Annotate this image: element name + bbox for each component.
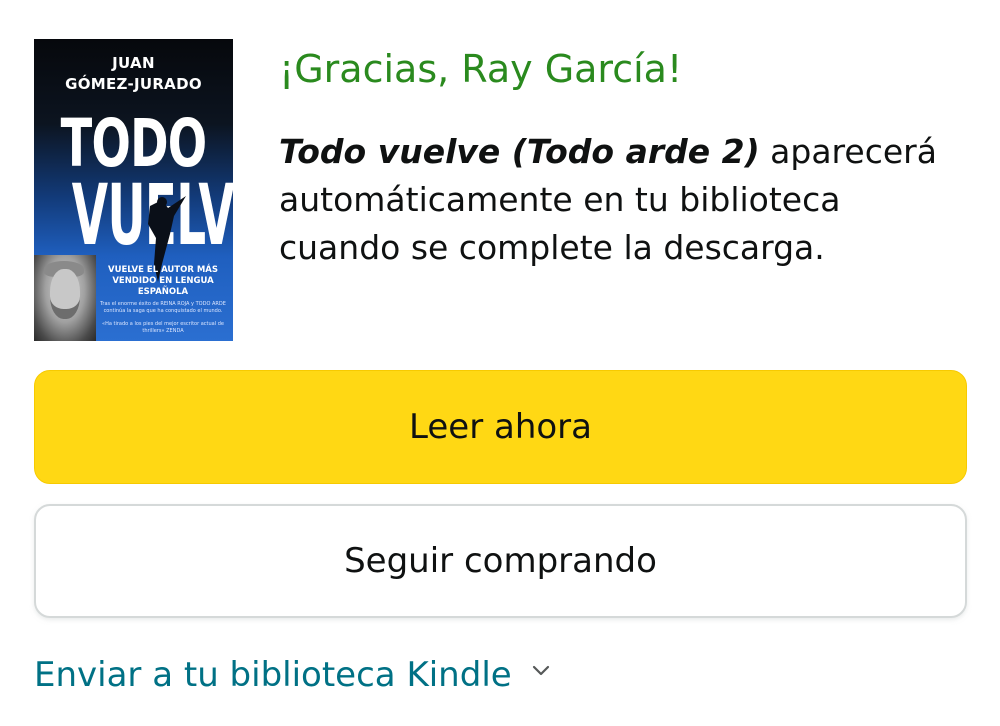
send-to-kindle-library-link[interactable]: Enviar a tu biblioteca Kindle xyxy=(34,650,550,700)
cover-tagline: VUELVE EL AUTOR MÁS VENDIDO EN LENGUA ES… xyxy=(108,265,218,297)
purchase-confirmation-page: JUAN GÓMEZ-JURADO TODO VUELVE VUELVE EL … xyxy=(0,0,1000,726)
author-portrait xyxy=(34,255,96,341)
chevron-down-icon[interactable] xyxy=(532,664,550,678)
cover-author-last: GÓMEZ-JURADO xyxy=(65,75,202,93)
read-now-label: Leer ahora xyxy=(409,407,592,447)
cover-author: JUAN GÓMEZ-JURADO xyxy=(34,53,233,95)
download-message: Todo vuelve (Todo arde 2) aparecerá auto… xyxy=(279,128,959,272)
send-to-kindle-library-label: Enviar a tu biblioteca Kindle xyxy=(34,655,512,695)
book-title: Todo vuelve (Todo arde 2) xyxy=(279,132,760,171)
cover-fine-print-1: Tras el enorme éxito de REINA ROJA y TOD… xyxy=(100,301,226,314)
cover-fine-print-2: «Ha tirado a los pies del mejor escritor… xyxy=(102,321,224,334)
read-now-button[interactable]: Leer ahora xyxy=(34,370,967,484)
cover-author-first: JUAN xyxy=(112,54,155,72)
thanks-heading: ¡Gracias, Ray García! xyxy=(279,47,683,91)
book-cover-image[interactable]: JUAN GÓMEZ-JURADO TODO VUELVE VUELVE EL … xyxy=(34,39,233,341)
continue-shopping-button[interactable]: Seguir comprando xyxy=(34,504,967,618)
continue-shopping-label: Seguir comprando xyxy=(344,541,657,581)
